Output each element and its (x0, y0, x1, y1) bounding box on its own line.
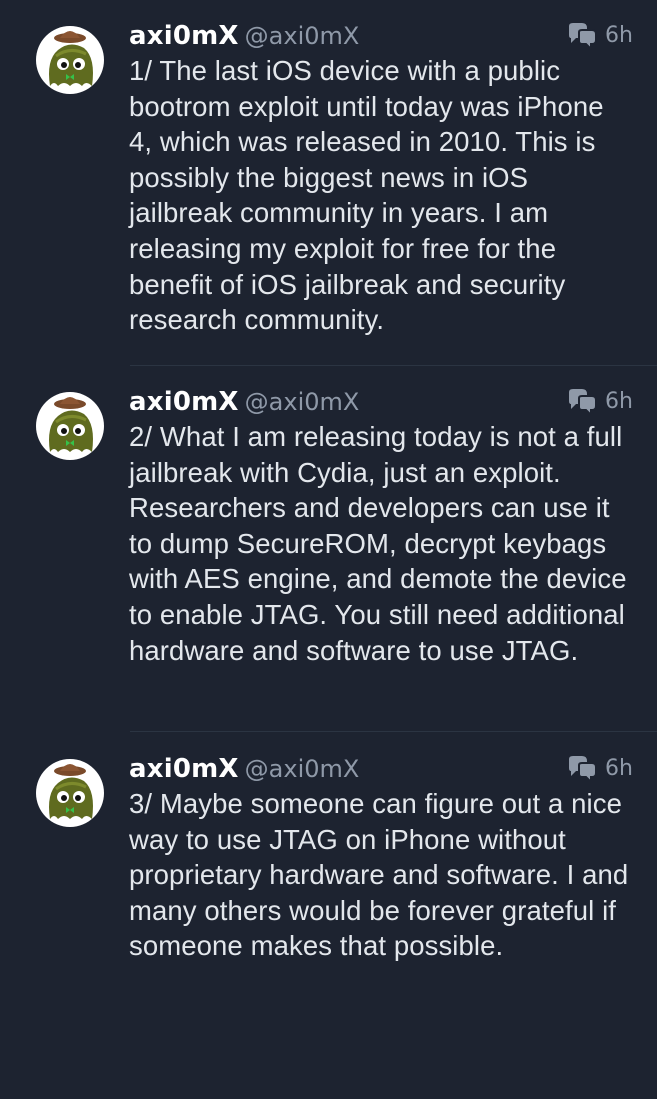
tweet-meta: 6h (563, 751, 633, 787)
tweet-meta: 6h (563, 18, 633, 54)
timeline: axi0mX @axi0mX 6h 1/ The last iOS device … (0, 0, 657, 1024)
tweet-text: 3/ Maybe someone can figure out a nice w… (129, 788, 629, 962)
avatar-icon[interactable] (36, 392, 104, 460)
avatar-icon[interactable] (36, 759, 104, 827)
tweet[interactable]: axi0mX @axi0mX 6h 2/ What I am releasing … (0, 366, 657, 732)
timestamp[interactable]: 6h (605, 18, 633, 54)
tweet[interactable]: axi0mX @axi0mX 6h 3/ Maybe someone can fi… (0, 733, 657, 1099)
tweet-text: 1/ The last iOS device with a public boo… (129, 55, 604, 336)
conversation-icon (569, 756, 598, 783)
avatar-icon[interactable] (36, 26, 104, 94)
user-handle[interactable]: @axi0mX (245, 22, 360, 50)
display-name[interactable]: axi0mX (129, 21, 239, 51)
display-name[interactable]: axi0mX (129, 754, 239, 784)
conversation-icon (569, 389, 598, 416)
tweet-header: axi0mX @axi0mX 6h (129, 384, 633, 420)
tweet-meta: 6h (563, 384, 633, 420)
tweet-header: axi0mX @axi0mX 6h (129, 18, 633, 54)
timestamp[interactable]: 6h (605, 384, 633, 420)
display-name[interactable]: axi0mX (129, 387, 239, 417)
user-handle[interactable]: @axi0mX (245, 755, 360, 783)
user-handle[interactable]: @axi0mX (245, 388, 360, 416)
timestamp[interactable]: 6h (605, 751, 633, 787)
tweet-header: axi0mX @axi0mX 6h (129, 751, 633, 787)
tweet-text: 2/ What I am releasing today is not a fu… (129, 421, 627, 666)
conversation-icon (569, 23, 598, 50)
divider (130, 731, 657, 732)
tweet[interactable]: axi0mX @axi0mX 6h 1/ The last iOS device … (0, 0, 657, 366)
